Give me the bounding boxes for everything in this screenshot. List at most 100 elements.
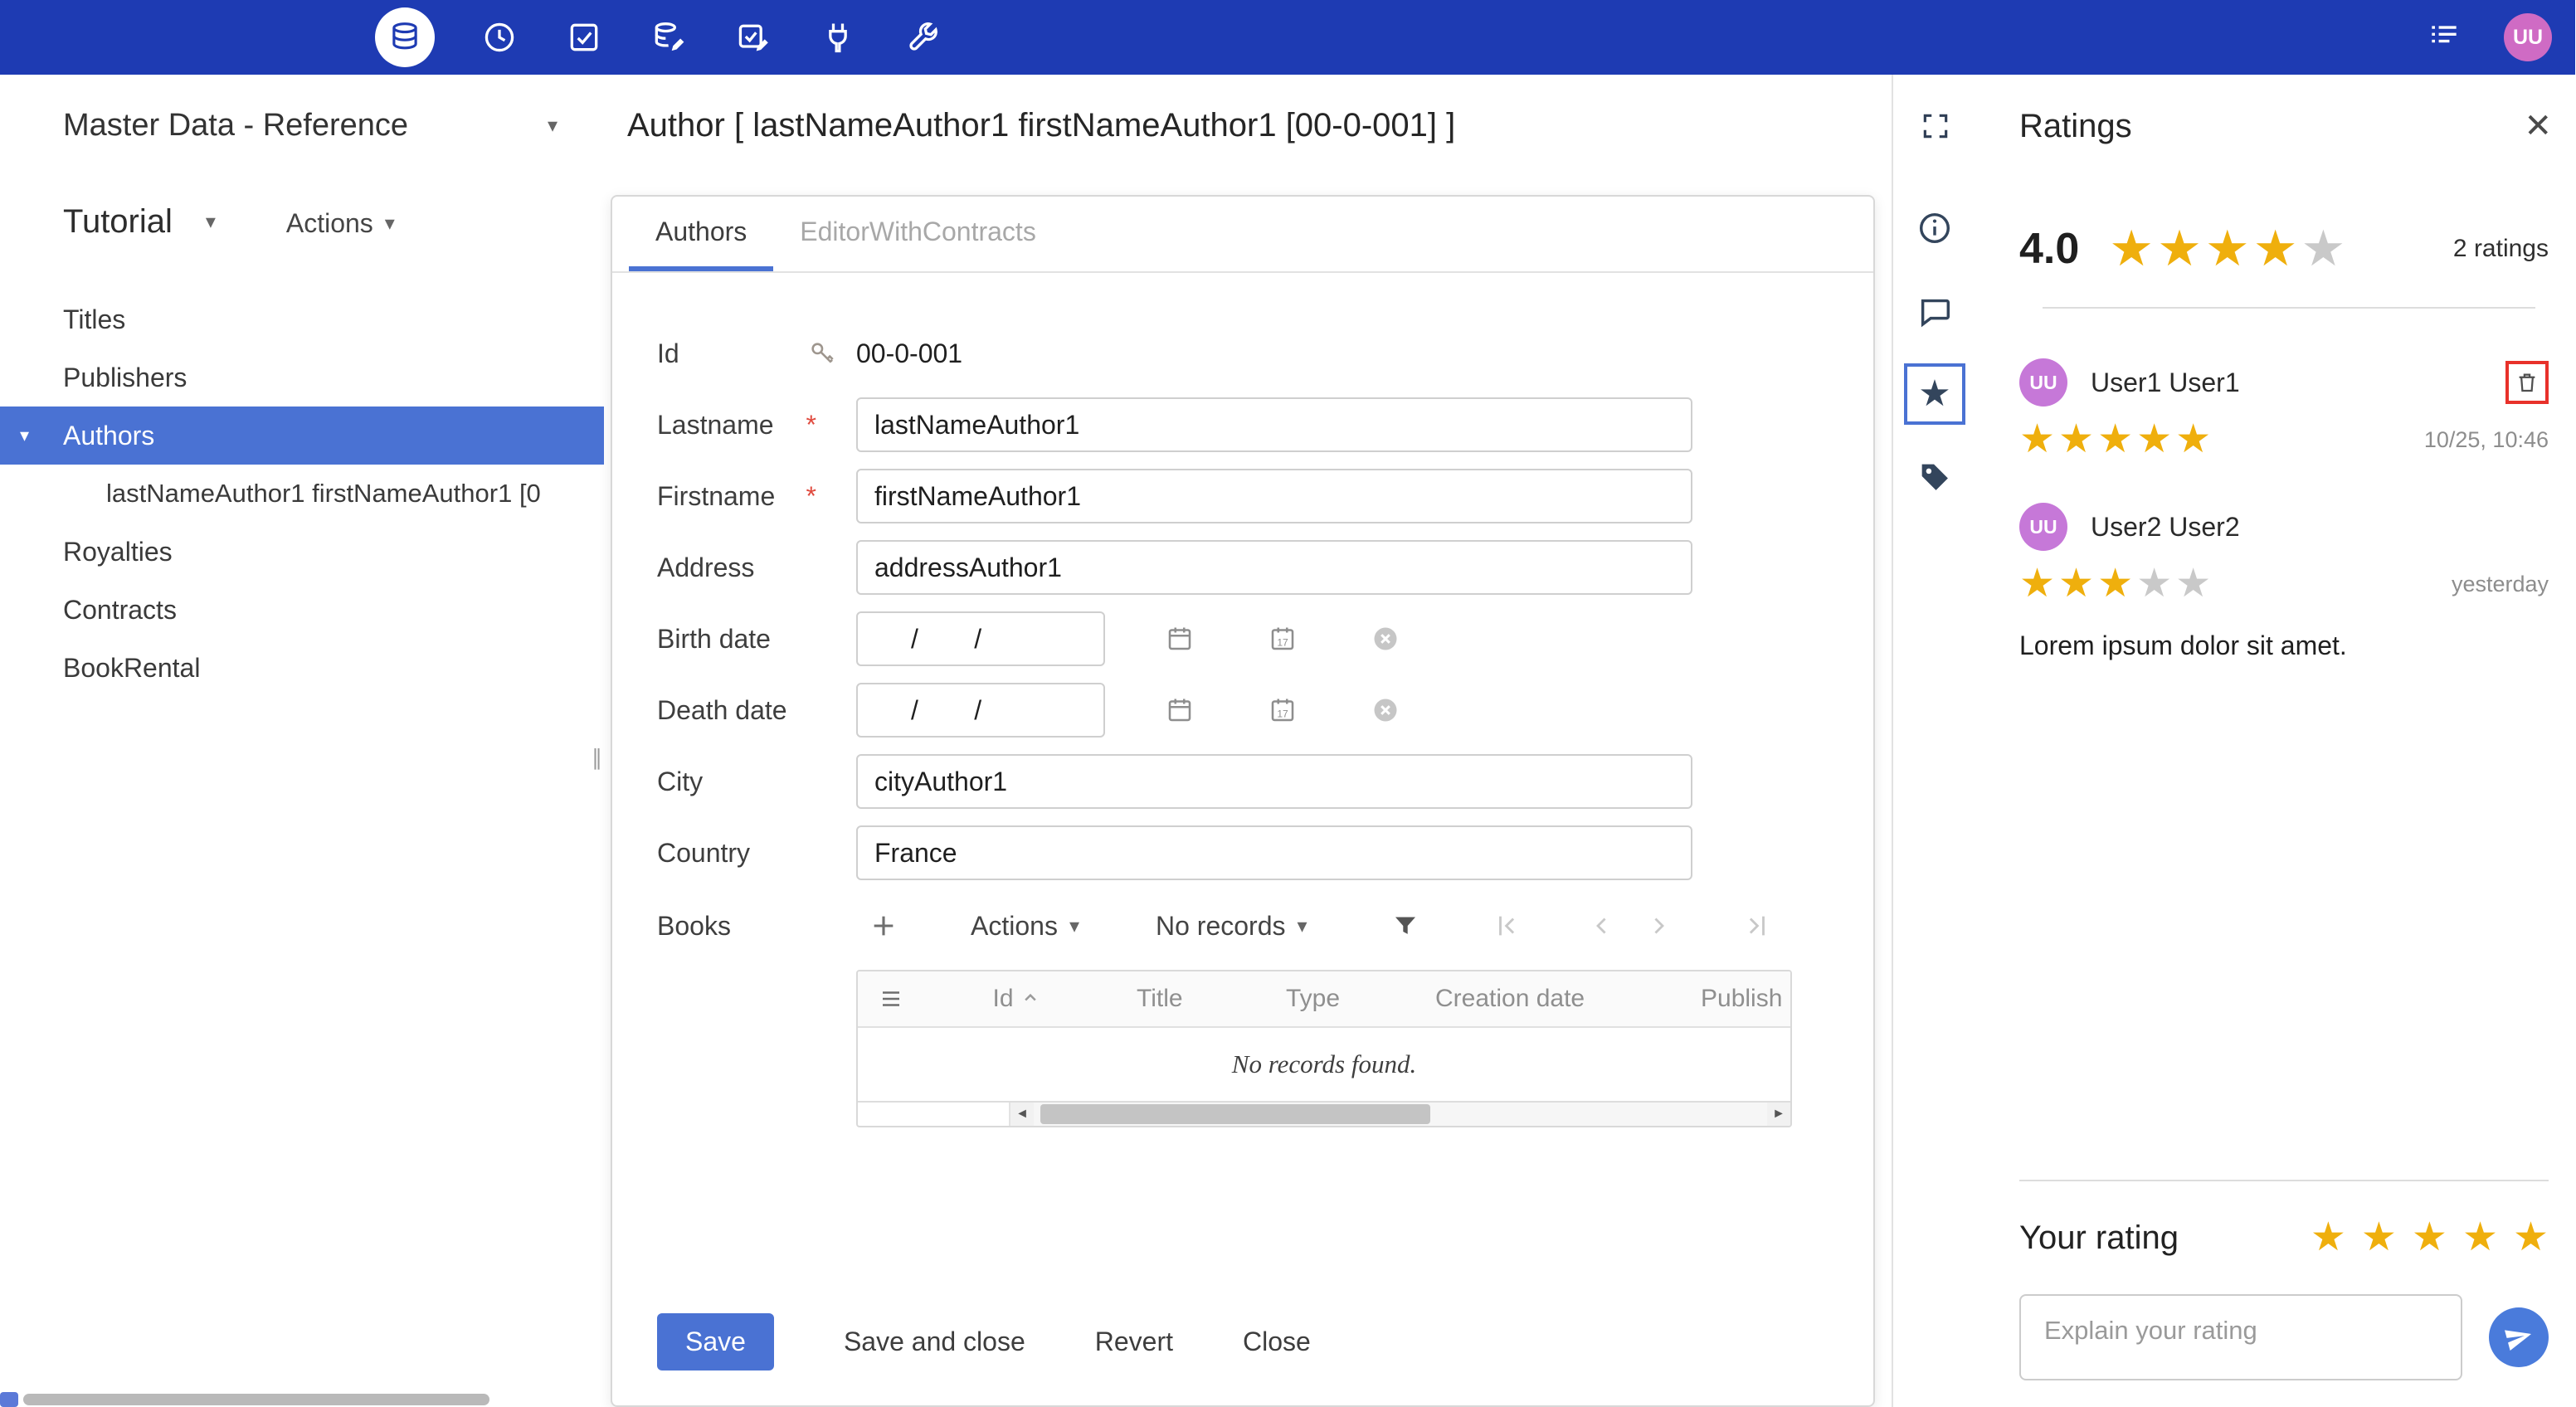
editor-button-bar: Save Save and close Revert Close <box>657 1313 1873 1371</box>
calendar-icon[interactable] <box>1165 624 1195 654</box>
your-rating-stars[interactable]: ★ ★ ★ ★ ★ <box>2311 1218 2549 1258</box>
delete-review-button[interactable] <box>2505 361 2549 404</box>
books-actions-dropdown[interactable]: Actions ▾ <box>971 911 1079 942</box>
column-header-id[interactable]: Id <box>924 985 1107 1013</box>
star-icon[interactable]: ★ <box>2311 1218 2346 1258</box>
ratings-panel-header: Ratings ✕ <box>1893 75 2575 178</box>
star-icon[interactable]: ★ <box>2361 1218 2397 1258</box>
scroll-left-button[interactable]: ◄ <box>1010 1103 1034 1127</box>
books-table: Id Title Type Creation date Publish No r… <box>856 970 1792 1128</box>
country-field[interactable] <box>856 825 1692 881</box>
tab-authors[interactable]: Authors <box>629 197 774 272</box>
column-header-publisher[interactable]: Publish <box>1671 985 1790 1013</box>
star-icon[interactable]: ★ <box>2513 1218 2549 1258</box>
database-edit-icon[interactable] <box>649 17 689 57</box>
star-icon: ★ <box>2136 562 2173 606</box>
log-icon[interactable] <box>2424 17 2464 57</box>
sidebar-item-contracts[interactable]: Contracts <box>0 581 604 639</box>
database-icon[interactable] <box>375 7 435 67</box>
form-edit-icon[interactable] <box>733 17 773 57</box>
close-panel-icon[interactable]: ✕ <box>2524 110 2552 143</box>
reviewer-avatar: UU <box>2019 503 2067 551</box>
add-book-button[interactable] <box>869 912 898 940</box>
plug-icon[interactable] <box>818 17 858 57</box>
next-page-button[interactable] <box>1644 912 1673 940</box>
svg-text:17: 17 <box>1277 636 1288 648</box>
scroll-right-button[interactable]: ► <box>1767 1103 1790 1127</box>
scrollbar-spacer <box>858 1103 1010 1127</box>
review-timestamp: 10/25, 10:46 <box>2423 426 2549 452</box>
first-page-button[interactable] <box>1493 912 1522 940</box>
star-icon: ★ <box>2097 417 2134 461</box>
ratings-tab-icon[interactable]: ★ <box>1904 363 1965 425</box>
your-rating-label: Your rating <box>2019 1219 2179 1256</box>
sidebar-item-publishers[interactable]: Publishers <box>0 348 604 407</box>
star-icon: ★ <box>2157 221 2202 276</box>
wrench-icon[interactable] <box>903 17 942 57</box>
firstname-field[interactable] <box>856 469 1692 524</box>
field-label: Books <box>657 910 731 941</box>
column-header-creation-date[interactable]: Creation date <box>1405 985 1671 1013</box>
field-row-death-date: Death date 17 <box>657 683 1873 738</box>
expand-panel-icon[interactable] <box>1920 110 1951 142</box>
column-header-type[interactable]: Type <box>1256 985 1405 1013</box>
city-field[interactable] <box>856 754 1692 810</box>
send-rating-button[interactable] <box>2489 1307 2549 1367</box>
close-button[interactable]: Close <box>1243 1327 1311 1357</box>
divider <box>2043 307 2535 309</box>
books-pager-dropdown[interactable]: No records ▾ <box>1156 911 1307 942</box>
filter-icon[interactable] <box>1390 911 1420 941</box>
tab-editorwithcontracts[interactable]: EditorWithContracts <box>773 197 1063 271</box>
sidebar-actions-label: Actions <box>285 208 373 238</box>
star-icon: ★ <box>2136 417 2173 461</box>
user-avatar[interactable]: UU <box>2504 13 2552 61</box>
birth-date-field[interactable] <box>856 611 1105 667</box>
previous-page-button[interactable] <box>1588 912 1616 940</box>
app-menu-select[interactable]: Master Data - Reference ▾ <box>63 108 558 144</box>
last-page-button[interactable] <box>1742 912 1770 940</box>
clock-icon[interactable] <box>480 17 519 57</box>
scrollbar-track[interactable] <box>1034 1103 1767 1127</box>
revert-button[interactable]: Revert <box>1095 1327 1173 1357</box>
horizontal-scrollbar[interactable] <box>23 1394 489 1405</box>
required-mark: * <box>806 409 816 440</box>
books-toolbar-row: Books Actions ▾ No records ▾ <box>657 897 1873 955</box>
table-settings-icon[interactable] <box>858 986 924 1011</box>
calendar-icon[interactable] <box>1165 695 1195 725</box>
lastname-field[interactable] <box>856 397 1692 453</box>
info-icon[interactable] <box>1904 197 1965 259</box>
sidebar-item-authors[interactable]: ▾ Authors <box>0 407 604 465</box>
save-and-close-button[interactable]: Save and close <box>844 1327 1025 1357</box>
sidebar-item-bookrental[interactable]: BookRental <box>0 639 604 697</box>
ratings-panel-title: Ratings <box>2019 107 2132 144</box>
sidebar-item-royalties[interactable]: Royalties <box>0 523 604 581</box>
save-button[interactable]: Save <box>657 1313 774 1371</box>
star-icon[interactable]: ★ <box>2412 1218 2447 1258</box>
average-rating-value: 4.0 <box>2019 225 2080 273</box>
scrollbar-thumb[interactable] <box>1040 1104 1430 1125</box>
sidebar-item-author-record[interactable]: lastNameAuthor1 firstNameAuthor1 [0 <box>0 465 604 523</box>
sidebar-resize-handle[interactable]: ∥ <box>592 745 602 771</box>
clear-date-icon[interactable] <box>1371 624 1400 654</box>
comments-icon[interactable] <box>1904 280 1965 342</box>
column-label: Publish <box>1701 985 1783 1013</box>
sidebar-actions-dropdown[interactable]: Actions ▾ <box>286 208 395 239</box>
sidebar-item-titles[interactable]: Titles <box>0 290 604 348</box>
editor-header: Author [ lastNameAuthor1 firstNameAuthor… <box>604 75 1892 177</box>
tags-icon[interactable] <box>1904 446 1965 508</box>
workspace-select[interactable]: Tutorial ▾ <box>63 203 216 241</box>
star-icon[interactable]: ★ <box>2462 1218 2498 1258</box>
clear-date-icon[interactable] <box>1371 695 1400 725</box>
address-field[interactable] <box>856 540 1692 596</box>
checklist-icon[interactable] <box>564 17 604 57</box>
death-date-field[interactable] <box>856 683 1105 738</box>
calendar-day-icon[interactable]: 17 <box>1268 695 1298 725</box>
ratings-count: 2 ratings <box>2452 235 2549 262</box>
tree-expander-icon[interactable]: ▾ <box>20 425 29 446</box>
rating-comment-input[interactable] <box>2019 1294 2462 1380</box>
star-icon: ★ <box>2058 562 2095 606</box>
sidebar-item-label: Titles <box>63 304 126 334</box>
column-header-title[interactable]: Title <box>1107 985 1256 1013</box>
calendar-day-icon[interactable]: 17 <box>1268 624 1298 654</box>
column-label: Type <box>1286 985 1341 1013</box>
